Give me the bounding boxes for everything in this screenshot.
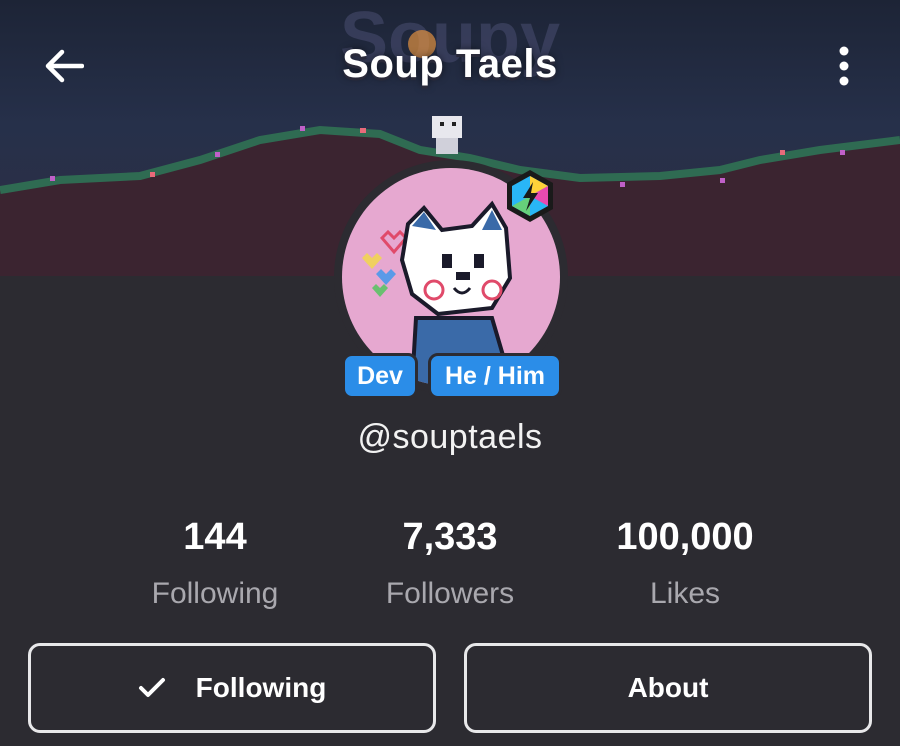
sprite-character <box>432 116 462 154</box>
lightning-badge-icon <box>507 170 553 222</box>
role-tag: Dev <box>342 353 418 399</box>
more-options-button[interactable] <box>814 36 874 96</box>
stat-label: Likes <box>649 577 721 610</box>
stat-value: 100,000 <box>616 516 754 558</box>
stat-following[interactable]: 144 Following <box>95 516 335 611</box>
stat-value: 144 <box>183 516 247 558</box>
more-vertical-icon <box>839 46 849 86</box>
stat-label: Following <box>151 577 279 610</box>
following-button-label: Following <box>195 672 327 703</box>
pronoun-tag: He / Him <box>428 353 562 399</box>
check-icon <box>138 677 166 699</box>
verified-badge[interactable] <box>502 168 558 224</box>
stat-likes[interactable]: 100,000 Likes <box>565 516 805 611</box>
stat-value: 7,333 <box>402 516 498 558</box>
username-handle: @souptaels <box>357 418 543 456</box>
stat-followers[interactable]: 7,333 Followers <box>330 516 570 611</box>
following-button[interactable]: Following <box>28 643 436 733</box>
page-title: Soup Taels <box>342 42 558 86</box>
stat-label: Followers <box>385 577 515 610</box>
about-button[interactable]: About <box>464 643 872 733</box>
about-button-label: About <box>627 672 709 703</box>
